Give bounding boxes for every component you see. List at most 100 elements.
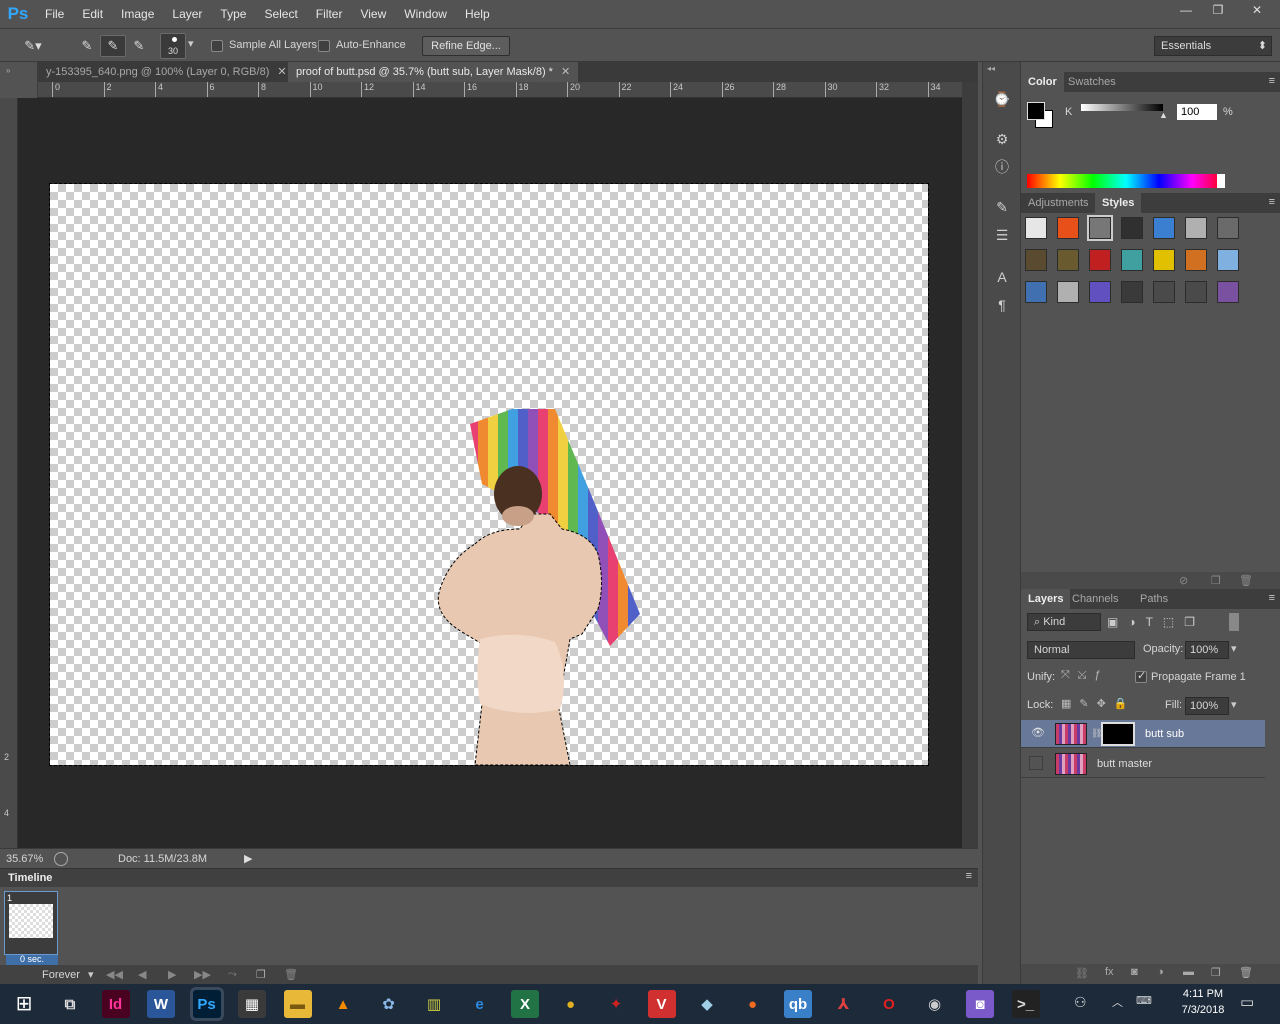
add-mask-icon[interactable]: ◙	[1131, 966, 1138, 978]
brush-size-picker[interactable]: 30	[160, 33, 186, 59]
subtract-from-selection-icon[interactable]: ✎	[126, 35, 152, 57]
opacity-dropdown-icon[interactable]: ▾	[1231, 642, 1237, 655]
excel-icon[interactable]: X	[511, 990, 539, 1018]
panel-menu-icon[interactable]: ≡	[966, 870, 972, 882]
propagate-checkbox[interactable]	[1135, 669, 1147, 683]
style-swatch[interactable]	[1121, 217, 1143, 239]
new-layer-icon[interactable]: ❐	[1211, 966, 1221, 979]
new-style-icon[interactable]: ❐	[1211, 574, 1221, 587]
indesign-icon[interactable]: Id	[101, 990, 130, 1018]
link-layers-icon[interactable]: ⛓	[1075, 967, 1089, 980]
unify-icons[interactable]: ⤧⤩ƒ	[1061, 669, 1109, 682]
refine-edge-button[interactable]: Refine Edge...	[422, 36, 510, 56]
tab-psd-document[interactable]: proof of butt.psd @ 35.7% (butt sub, Lay…	[288, 62, 579, 82]
menu-select[interactable]: Select	[255, 0, 306, 28]
style-swatch[interactable]	[1185, 281, 1207, 303]
layer-style-icon[interactable]: fx	[1105, 966, 1114, 978]
visibility-toggle[interactable]	[1029, 756, 1043, 770]
style-swatch[interactable]	[1057, 249, 1079, 271]
terminal-icon[interactable]: >_	[1011, 990, 1040, 1018]
game-app-icon[interactable]: ✦	[602, 990, 630, 1018]
tab-color[interactable]: Color	[1021, 72, 1064, 92]
paragraph-panel-icon[interactable]: ¶	[991, 294, 1013, 316]
discord-app-icon[interactable]: ◙	[966, 990, 994, 1018]
status-menu-icon[interactable]: ▶	[244, 852, 252, 865]
workspace-select[interactable]: Essentials ⬍	[1154, 36, 1272, 56]
obs-icon[interactable]: ◉	[921, 990, 949, 1018]
restore-button[interactable]: ❐	[1202, 0, 1234, 20]
new-group-icon[interactable]: ▬	[1183, 966, 1194, 978]
k-value-input[interactable]: 100	[1177, 104, 1217, 120]
opera-icon[interactable]: O	[875, 990, 903, 1018]
vertical-ruler[interactable]: 24	[0, 98, 18, 848]
menu-view[interactable]: View	[351, 0, 395, 28]
firefox-icon[interactable]: ●	[739, 990, 767, 1018]
frame-delay[interactable]: 0 sec.	[20, 954, 44, 964]
notifications-icon[interactable]: ▭	[1240, 993, 1254, 1011]
style-swatch[interactable]	[1153, 217, 1175, 239]
style-swatch[interactable]	[1025, 217, 1047, 239]
close-tab-icon[interactable]: ✕	[277, 66, 286, 78]
delete-layer-icon[interactable]: 🗑	[1239, 966, 1253, 979]
layer-name[interactable]: butt master	[1097, 758, 1152, 770]
k-slider[interactable]	[1081, 104, 1163, 111]
quick-selection-tool-preset-icon[interactable]: ✎▾	[20, 35, 46, 57]
tween-icon[interactable]: ⤳	[228, 968, 237, 981]
panel-menu-icon[interactable]: ≡	[1269, 75, 1275, 87]
clear-style-icon[interactable]: ⊘	[1179, 574, 1188, 587]
zoom-level[interactable]: 35.67%	[6, 853, 43, 865]
brush-presets-icon[interactable]: ✎	[991, 196, 1013, 218]
edge-icon[interactable]: e	[466, 990, 494, 1018]
fill-dropdown-icon[interactable]: ▾	[1231, 698, 1237, 711]
layer-row[interactable]: 👁 ⛓ butt sub	[1021, 720, 1265, 748]
layer-row[interactable]: butt master	[1021, 750, 1265, 778]
task-view-icon[interactable]: ⧉	[56, 990, 84, 1018]
history-panel-icon[interactable]: ⌚	[991, 88, 1013, 110]
style-swatch[interactable]	[1025, 281, 1047, 303]
adjustment-layer-icon[interactable]: ◑	[1157, 966, 1164, 978]
calculator-icon[interactable]: ▦	[238, 990, 266, 1018]
add-to-selection-icon[interactable]: ✎	[100, 35, 126, 57]
style-swatch[interactable]	[1217, 281, 1239, 303]
style-swatch[interactable]	[1089, 249, 1111, 271]
style-swatch[interactable]	[1217, 217, 1239, 239]
style-swatch[interactable]	[1057, 281, 1079, 303]
notes-app-icon[interactable]: ◆	[693, 990, 721, 1018]
duplicate-frame-icon[interactable]: ❐	[256, 968, 266, 981]
menu-filter[interactable]: Filter	[307, 0, 352, 28]
play-icon[interactable]: ▶	[168, 968, 176, 981]
auto-enhance-checkbox[interactable]	[318, 40, 330, 52]
loop-dropdown-icon[interactable]: ▾	[88, 968, 94, 981]
color-spectrum[interactable]	[1027, 174, 1225, 188]
acrobat-icon[interactable]: ⅄	[830, 990, 858, 1018]
next-frame-icon[interactable]: ▶▶	[194, 968, 211, 981]
vertical-scrollbar[interactable]	[962, 82, 978, 848]
panel-menu-icon[interactable]: ≡	[1269, 592, 1275, 604]
layer-filter-icons[interactable]: ▣◑T⬚❐	[1107, 615, 1205, 629]
filter-toggle[interactable]	[1229, 613, 1239, 631]
tab-adjustments[interactable]: Adjustments	[1021, 193, 1096, 213]
tab-styles[interactable]: Styles	[1095, 193, 1142, 213]
delete-style-icon[interactable]: 🗑	[1239, 574, 1253, 587]
people-icon[interactable]: ⚇	[1074, 994, 1087, 1011]
expand-dock-icon[interactable]: ◂◂	[987, 64, 995, 73]
windows-start-icon[interactable]: ⊞	[12, 992, 36, 1016]
qbittorrent-icon[interactable]: qb	[784, 990, 812, 1018]
style-swatch[interactable]	[1087, 215, 1113, 241]
tab-paths[interactable]: Paths	[1133, 589, 1175, 609]
clock-time[interactable]: 4:11 PM	[1176, 988, 1230, 1000]
slider-thumb-icon[interactable]: ▲	[1159, 110, 1168, 120]
style-swatch[interactable]	[1153, 281, 1175, 303]
loop-select[interactable]: Forever	[42, 969, 80, 981]
document-canvas[interactable]	[49, 183, 929, 766]
previous-frame-icon[interactable]: ◀	[138, 968, 146, 981]
opacity-input[interactable]: 100%	[1185, 641, 1229, 659]
first-frame-icon[interactable]: ◀◀	[106, 968, 123, 981]
style-swatch[interactable]	[1185, 249, 1207, 271]
vivaldi-icon[interactable]: V	[647, 990, 676, 1018]
style-swatch[interactable]	[1121, 249, 1143, 271]
properties-panel-icon[interactable]: ⚙	[991, 128, 1013, 150]
info-panel-icon[interactable]: ⓘ	[991, 156, 1013, 178]
audio-app-icon[interactable]: ▥	[420, 990, 448, 1018]
character-panel-icon[interactable]: A	[991, 266, 1013, 288]
